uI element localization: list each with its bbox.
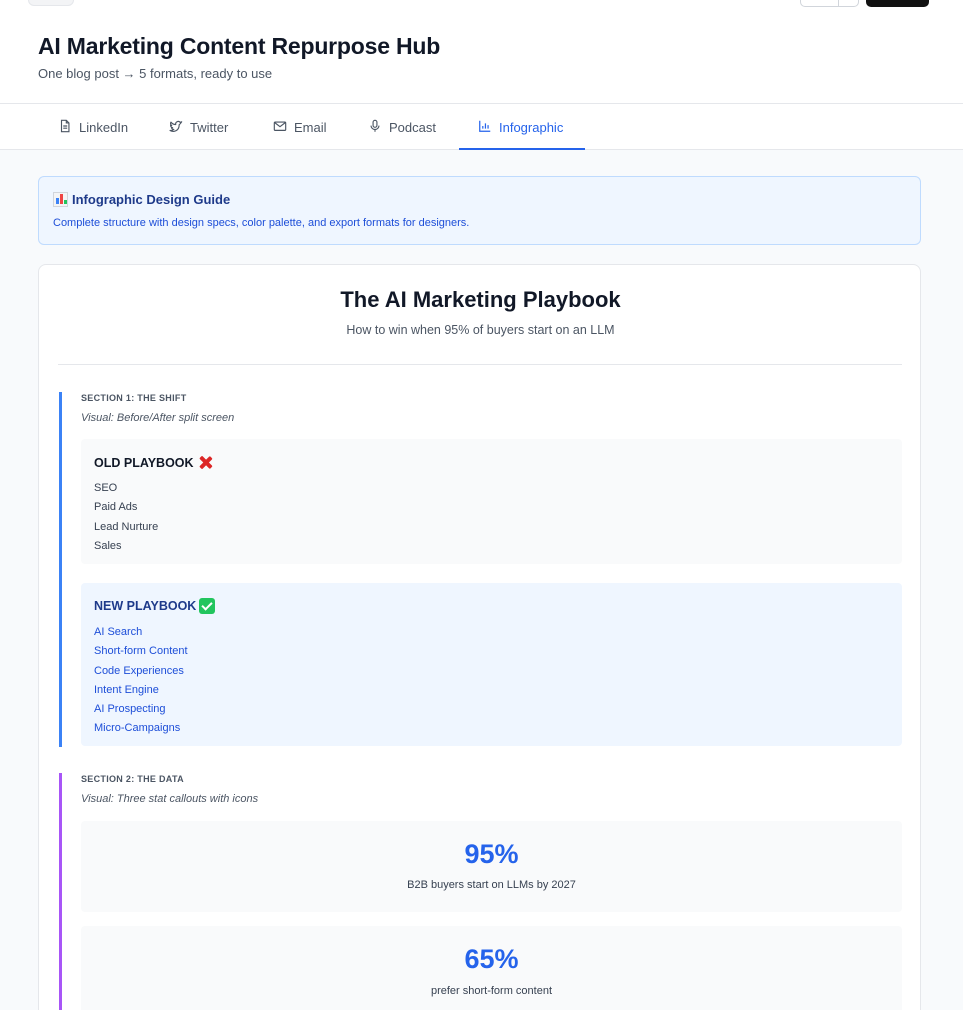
format-tabs: LinkedIn Twitter Email Podcast Infograph… — [0, 104, 963, 150]
section-2-visual-note: Visual: Three stat callouts with icons — [81, 793, 259, 805]
old-playbook-heading: OLD PLAYBOOK — [94, 454, 214, 471]
list-item: Short-form Content — [94, 645, 188, 658]
logo-stub[interactable] — [28, 0, 74, 6]
stat-callout: 95% B2B buyers start on LLMs by 2027 — [81, 821, 902, 912]
tab-label: Twitter — [190, 119, 229, 135]
list-item: Micro-Campaigns — [94, 722, 181, 735]
section-1-label: SECTION 1: THE SHIFT — [81, 393, 187, 403]
stat-value: 95% — [464, 839, 519, 869]
old-playbook-list: SEO Paid Ads Lead Nurture Sales — [94, 479, 158, 556]
new-playbook-panel: NEW PLAYBOOK AI Search Short-form Conten… — [81, 583, 902, 746]
old-playbook-heading-text: OLD PLAYBOOK — [94, 455, 194, 470]
app-header: AI Marketing Content Repurpose Hub One b… — [0, 0, 963, 104]
tab-twitter[interactable]: Twitter — [169, 104, 228, 150]
new-playbook-list: AI Search Short-form Content Code Experi… — [94, 623, 188, 739]
infographic-card: The AI Marketing Playbook How to win whe… — [38, 264, 921, 1010]
list-item: Code Experiences — [94, 664, 184, 677]
bar-chart-icon — [478, 119, 492, 136]
infographic-title: The AI Marketing Playbook — [340, 287, 621, 312]
tab-podcast[interactable]: Podcast — [368, 104, 436, 150]
section-1-visual-note: Visual: Before/After split screen — [81, 412, 235, 424]
stat-label: B2B buyers start on LLMs by 2027 — [407, 879, 576, 891]
tab-label: Email — [294, 119, 327, 135]
stat-callout: 65% prefer short-form content — [81, 926, 902, 1010]
list-item: Paid Ads — [94, 501, 138, 514]
tab-linkedin[interactable]: LinkedIn — [58, 104, 128, 150]
divider — [58, 364, 902, 365]
cross-mark-icon — [197, 454, 214, 471]
guide-description: Complete structure with design specs, co… — [53, 217, 470, 229]
guide-title-text: Infographic Design Guide — [72, 192, 231, 207]
twitter-icon — [169, 119, 183, 136]
list-item: Sales — [94, 539, 122, 552]
tab-email[interactable]: Email — [273, 104, 327, 150]
list-item: AI Search — [94, 626, 143, 638]
document-icon — [58, 119, 72, 136]
toolbar-button-group[interactable] — [800, 0, 859, 7]
design-guide-banner: Infographic Design Guide Complete struct… — [38, 176, 921, 245]
bar-chart-icon — [53, 192, 68, 207]
primary-action-button[interactable] — [866, 0, 929, 7]
microphone-icon — [368, 119, 382, 136]
section-2-accent-bar — [59, 773, 62, 1010]
section-2-label: SECTION 2: THE DATA — [81, 774, 184, 784]
old-playbook-panel: OLD PLAYBOOK SEO Paid Ads Lead Nurture S… — [81, 439, 902, 564]
stat-value: 65% — [464, 944, 519, 974]
mail-icon — [273, 119, 287, 136]
tab-infographic[interactable]: Infographic — [478, 104, 563, 150]
guide-title: Infographic Design Guide — [53, 192, 230, 207]
new-playbook-heading-text: NEW PLAYBOOK — [94, 599, 197, 613]
list-item: Lead Nurture — [94, 520, 159, 533]
active-tab-indicator — [459, 148, 585, 150]
list-item: SEO — [94, 482, 118, 494]
stat-label: prefer short-form content — [430, 985, 553, 997]
check-mark-icon — [199, 598, 216, 614]
tab-label: Podcast — [389, 119, 436, 135]
list-item: AI Prospecting — [94, 703, 166, 716]
new-playbook-heading: NEW PLAYBOOK — [94, 598, 216, 614]
list-item: Intent Engine — [94, 683, 159, 696]
section-1-accent-bar — [59, 392, 62, 747]
page-subtitle: One blog post → 5 formats, ready to use — [38, 66, 273, 81]
tab-label: Infographic — [499, 119, 564, 135]
infographic-subtitle: How to win when 95% of buyers start on a… — [346, 323, 615, 337]
tab-label: LinkedIn — [79, 119, 129, 135]
page-title: AI Marketing Content Repurpose Hub — [38, 33, 441, 59]
